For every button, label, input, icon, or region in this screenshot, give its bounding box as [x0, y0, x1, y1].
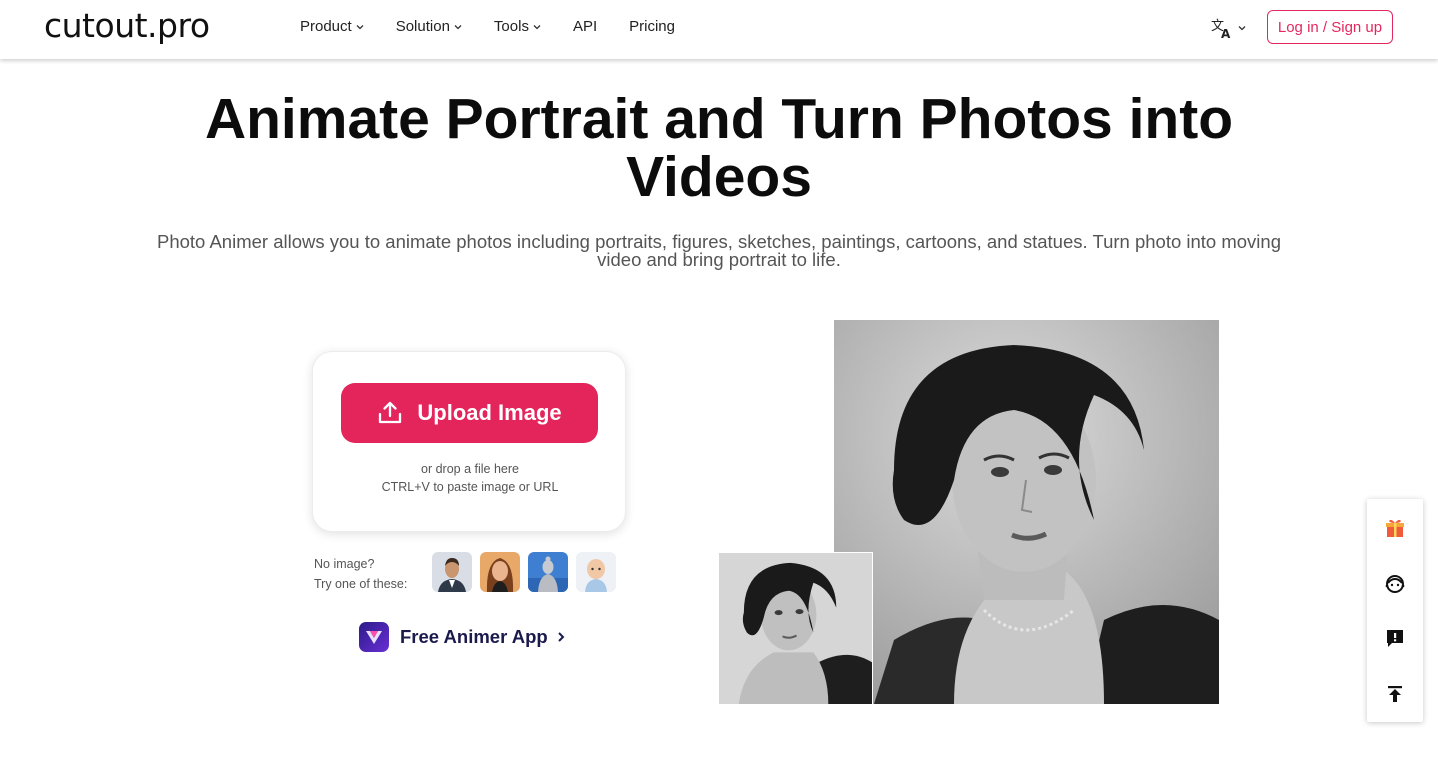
logo[interactable]: cutout.pro	[44, 6, 210, 45]
sample-woman-portrait[interactable]	[480, 552, 520, 592]
gift-button[interactable]	[1367, 508, 1423, 548]
chevron-right-icon	[557, 632, 565, 642]
upload-image-button[interactable]: Upload Image	[341, 383, 598, 443]
sample-prompt-line1: No image?	[314, 557, 375, 571]
nav-api[interactable]: API	[573, 18, 597, 35]
nav-product-label: Product	[300, 18, 352, 35]
back-to-top-icon	[1388, 686, 1402, 702]
translate-icon: 文 A	[1211, 19, 1231, 40]
sample-prompt: No image? Try one of these:	[314, 554, 407, 594]
upload-image-label: Upload Image	[417, 400, 562, 425]
sample-prompt-line2: Try one of these:	[314, 577, 408, 591]
drop-hint: or drop a file here	[421, 462, 519, 476]
support-agent-icon	[1385, 575, 1405, 593]
nav-pricing-label: Pricing	[629, 18, 675, 35]
free-animer-app-link[interactable]: Free Animer App	[359, 622, 566, 652]
upload-icon	[379, 401, 402, 424]
animated-portrait-preview	[834, 320, 1219, 704]
sample-man-in-suit[interactable]	[432, 552, 472, 592]
chevron-down-icon	[454, 24, 462, 29]
language-selector[interactable]: 文 A	[1210, 16, 1246, 40]
sample-statue[interactable]	[528, 552, 568, 592]
animer-app-icon	[359, 622, 389, 652]
nav-tools[interactable]: Tools	[494, 18, 541, 35]
back-to-top-button[interactable]	[1367, 674, 1423, 714]
svg-text:A: A	[1221, 27, 1231, 40]
feedback-button[interactable]	[1367, 618, 1423, 658]
support-button[interactable]	[1367, 564, 1423, 604]
top-nav-bar: cutout.pro Product Solution Tools API Pr…	[0, 0, 1438, 59]
sample-baby[interactable]	[576, 552, 616, 592]
upload-card[interactable]: Upload Image or drop a file here CTRL+V …	[312, 351, 626, 532]
original-portrait-thumbnail	[719, 552, 873, 704]
nav-pricing[interactable]: Pricing	[629, 18, 675, 35]
nav-product[interactable]: Product	[300, 18, 364, 35]
nav-tools-label: Tools	[493, 18, 529, 35]
sample-images	[432, 552, 624, 592]
paste-hint: CTRL+V to paste image or URL	[381, 480, 559, 494]
nav-solution-label: Solution	[395, 18, 450, 35]
side-toolbar	[1367, 499, 1423, 722]
page-title: Animate Portrait and Turn Photos into Vi…	[204, 87, 1234, 209]
nav-api-label: API	[572, 18, 598, 35]
feedback-icon	[1387, 630, 1403, 647]
gift-icon	[1386, 519, 1404, 537]
page-subtitle: Photo Animer allows you to animate photo…	[157, 231, 1281, 270]
free-animer-app-label: Free Animer App	[400, 626, 548, 647]
login-signup-button[interactable]: Log in / Sign up	[1267, 10, 1393, 44]
chevron-down-icon	[1238, 26, 1246, 31]
nav-solution[interactable]: Solution	[396, 18, 462, 35]
chevron-down-icon	[356, 24, 364, 29]
chevron-down-icon	[533, 24, 541, 29]
main-nav: Product Solution Tools API Pricing	[300, 18, 707, 35]
